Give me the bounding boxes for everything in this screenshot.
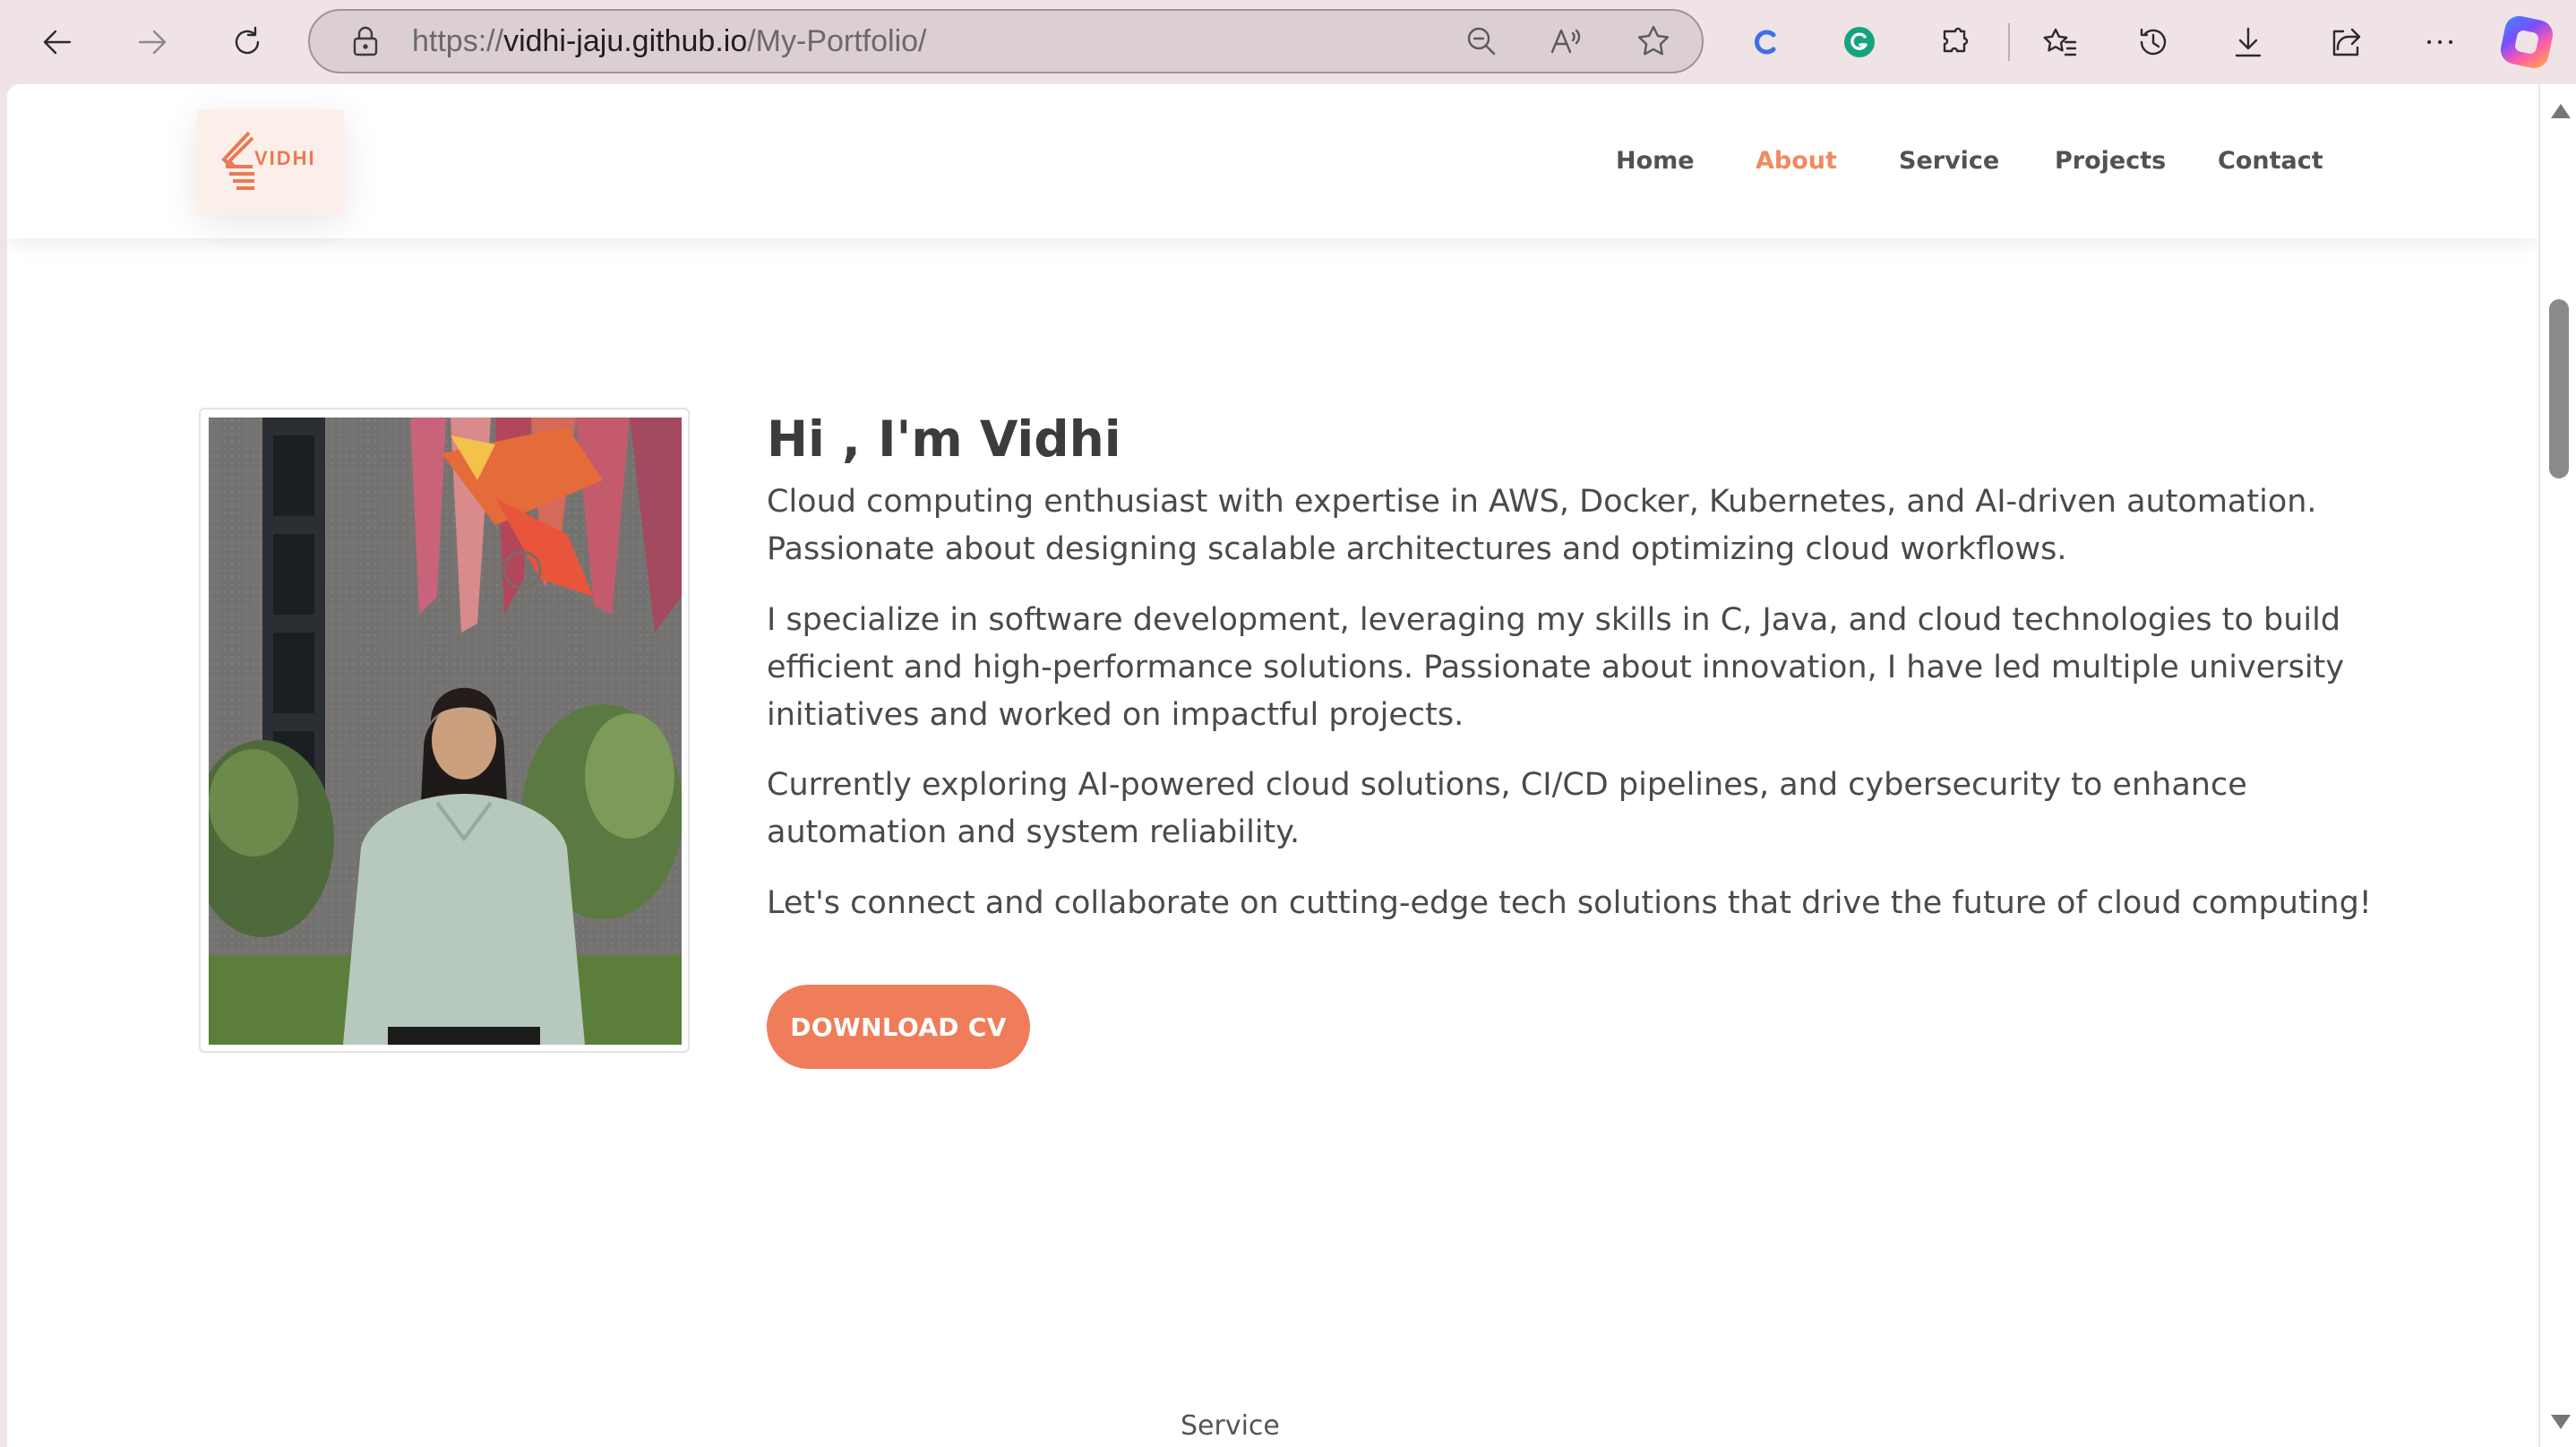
address-bar[interactable]: https://vidhi-jaju.github.io/My-Portfoli…	[308, 9, 1704, 73]
nav-contact[interactable]: Contact	[2218, 147, 2323, 175]
scroll-down-arrow-icon[interactable]	[2551, 1415, 2571, 1429]
url-text[interactable]: https://vidhi-jaju.github.io/My-Portfoli…	[412, 11, 927, 72]
about-title: Hi , I'm Vidhi	[767, 410, 1121, 468]
refresh-icon[interactable]	[220, 15, 274, 69]
url-host: vidhi-jaju.github.io	[503, 24, 748, 58]
nav-home[interactable]: Home	[1616, 147, 1695, 175]
page-scrollbar[interactable]	[2540, 84, 2576, 1447]
scroll-up-arrow-icon[interactable]	[2551, 104, 2571, 118]
nav-projects[interactable]: Projects	[2055, 147, 2166, 175]
site-header: VIDHI Home About Service Projects Contac…	[7, 84, 2538, 238]
lock-icon[interactable]	[346, 22, 385, 61]
profile-photo	[209, 418, 682, 1045]
url-scheme: https://	[412, 24, 504, 58]
about-paragraph-1: Cloud computing enthusiast with expertis…	[767, 484, 2317, 567]
site-logo[interactable]: VIDHI	[197, 109, 344, 215]
grammarly-icon[interactable]	[1833, 15, 1886, 69]
profile-photo-illustration	[209, 418, 682, 1045]
url-path: /My-Portfolio/	[747, 24, 927, 58]
c-extension-icon[interactable]	[1739, 15, 1793, 69]
about-paragraph-4: Let's connect and collaborate on cutting…	[767, 885, 2372, 921]
nav-service[interactable]: Service	[1899, 147, 1999, 175]
nav-about[interactable]: About	[1756, 147, 1837, 175]
page-viewport: VIDHI Home About Service Projects Contac…	[7, 84, 2538, 1447]
scrollbar-thumb[interactable]	[2549, 299, 2569, 478]
copilot-icon[interactable]	[2497, 13, 2556, 72]
favorite-star-icon[interactable]	[1634, 22, 1673, 61]
profile-photo-frame	[199, 408, 690, 1053]
about-paragraph-3: Currently exploring AI-powered cloud sol…	[767, 767, 2247, 850]
share-icon[interactable]	[2318, 15, 2372, 69]
about-paragraph-2: I specialize in software development, le…	[767, 602, 2345, 733]
forward-icon[interactable]	[125, 15, 179, 69]
history-icon[interactable]	[2126, 15, 2180, 69]
logo-text: VIDHI	[254, 147, 316, 169]
favorites-icon[interactable]	[2033, 15, 2087, 69]
browser-toolbar: https://vidhi-jaju.github.io/My-Portfoli…	[0, 0, 2576, 84]
toolbar-separator	[2008, 23, 2010, 61]
more-icon[interactable]	[2413, 15, 2467, 69]
extensions-icon[interactable]	[1929, 15, 1983, 69]
next-section-heading: Service	[1181, 1410, 1280, 1442]
download-icon[interactable]	[2221, 15, 2275, 69]
back-icon[interactable]	[30, 15, 84, 69]
read-aloud-icon[interactable]	[1546, 22, 1585, 61]
download-cv-button[interactable]: DOWNLOAD CV	[767, 985, 1030, 1069]
zoom-out-icon[interactable]	[1462, 22, 1501, 61]
